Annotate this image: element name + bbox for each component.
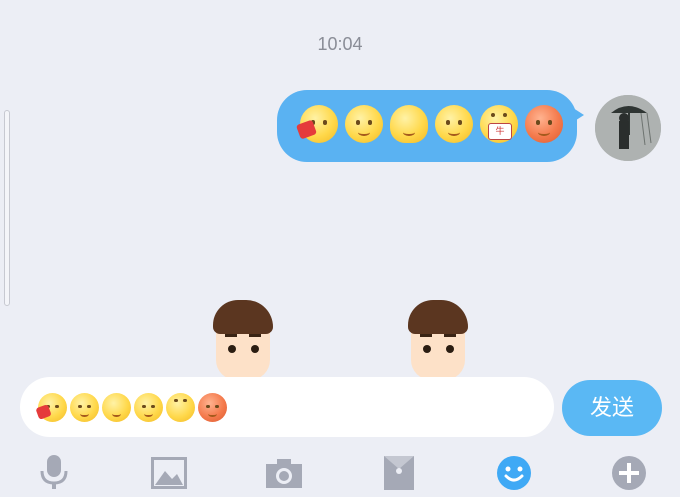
character-sticker-right — [398, 300, 478, 380]
sitting-emoji — [134, 393, 163, 422]
hug-red-card-emoji — [296, 105, 338, 143]
red-packet-icon — [384, 456, 414, 490]
user-avatar[interactable] — [595, 95, 661, 161]
microphone-button[interactable] — [34, 453, 74, 493]
more-button[interactable] — [609, 453, 649, 493]
message-emoji-row: 牛 — [296, 105, 563, 143]
character-sticker-left — [203, 300, 283, 380]
smirk-emoji — [345, 105, 383, 143]
orange-bun-emoji — [525, 105, 563, 143]
avatar-image — [595, 95, 661, 161]
camera-button[interactable] — [264, 453, 304, 493]
image-icon — [151, 457, 187, 489]
input-toolbar — [0, 447, 680, 497]
input-emoji-row — [35, 393, 227, 422]
send-button[interactable]: 发送 — [562, 380, 662, 436]
sitting-emoji — [435, 105, 473, 143]
microphone-icon — [40, 455, 68, 489]
niu-sign-text: 牛 — [487, 123, 513, 141]
bubble-tail — [570, 106, 584, 124]
orange-bun-emoji — [198, 393, 227, 422]
emoji-button[interactable] — [494, 453, 534, 493]
lying-down-emoji — [390, 105, 428, 143]
image-button[interactable] — [149, 453, 189, 493]
lying-down-emoji — [102, 393, 131, 422]
niu-sign-emoji: 牛 — [480, 105, 518, 143]
scrollbar[interactable] — [4, 110, 10, 306]
niu-sign-emoji — [166, 393, 195, 422]
plus-icon — [612, 456, 646, 490]
camera-icon — [266, 459, 302, 488]
message-timestamp: 10:04 — [317, 34, 363, 54]
smirk-emoji — [70, 393, 99, 422]
hug-red-card-emoji — [35, 393, 67, 422]
red-packet-button[interactable] — [379, 453, 419, 493]
emoji-icon — [497, 456, 531, 490]
